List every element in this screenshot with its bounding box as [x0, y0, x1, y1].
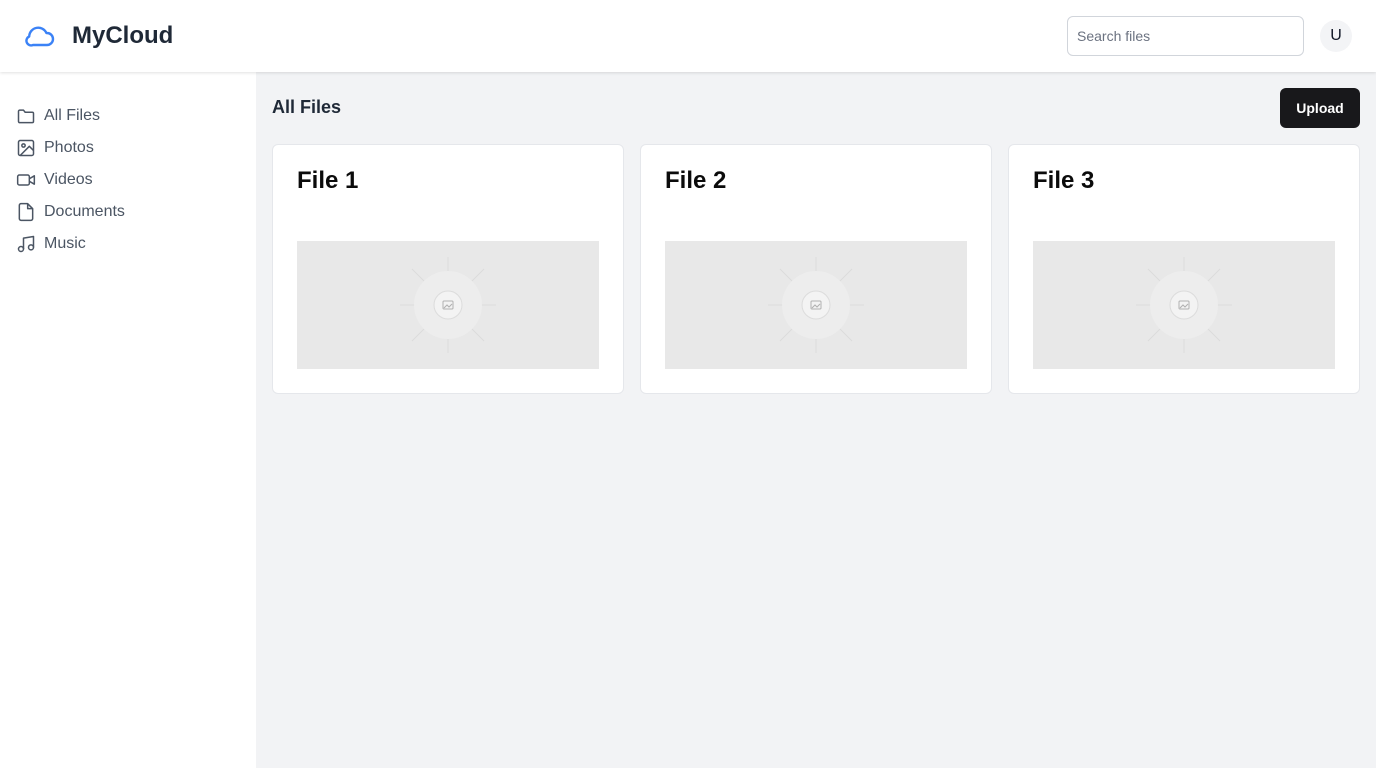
page-title: All Files [272, 97, 342, 117]
file-thumbnail [1033, 241, 1335, 369]
file-thumbnail [297, 241, 599, 369]
sidebar-item-photos[interactable]: Photos [16, 136, 94, 160]
document-icon [16, 202, 36, 222]
file-name: File 3 [1033, 167, 1095, 194]
sidebar-item-label: Photos [44, 139, 94, 156]
file-name: File 1 [297, 167, 359, 194]
file-card[interactable]: File 2 [640, 144, 992, 394]
main-content: All Files Upload File 1 File 2 File 3 [256, 72, 1376, 768]
user-avatar[interactable]: U [1320, 20, 1352, 52]
music-icon [16, 234, 36, 254]
upload-button[interactable]: Upload [1280, 88, 1360, 128]
sidebar-item-documents[interactable]: Documents [16, 200, 125, 224]
folder-icon [16, 106, 36, 126]
image-placeholder-icon [1136, 257, 1232, 353]
sidebar-item-label: Documents [44, 203, 125, 220]
sidebar-item-label: Videos [44, 171, 93, 188]
file-card[interactable]: File 1 [272, 144, 624, 394]
cloud-icon [25, 26, 55, 47]
app-logo-text: MyCloud [72, 22, 174, 49]
image-placeholder-icon [400, 257, 496, 353]
top-header: MyCloud U [0, 0, 1376, 72]
search-input[interactable] [1067, 16, 1304, 56]
sidebar-item-videos[interactable]: Videos [16, 168, 93, 192]
sidebar: All Files Photos Videos Documents Music [0, 72, 256, 768]
sidebar-item-label: Music [44, 235, 86, 252]
sidebar-item-music[interactable]: Music [16, 232, 86, 256]
sidebar-item-label: All Files [44, 107, 101, 124]
video-icon [16, 170, 36, 190]
image-placeholder-icon [768, 257, 864, 353]
file-thumbnail [665, 241, 967, 369]
sidebar-item-all-files[interactable]: All Files [16, 104, 100, 128]
file-name: File 2 [665, 167, 727, 194]
image-icon [16, 138, 36, 158]
file-card[interactable]: File 3 [1008, 144, 1360, 394]
